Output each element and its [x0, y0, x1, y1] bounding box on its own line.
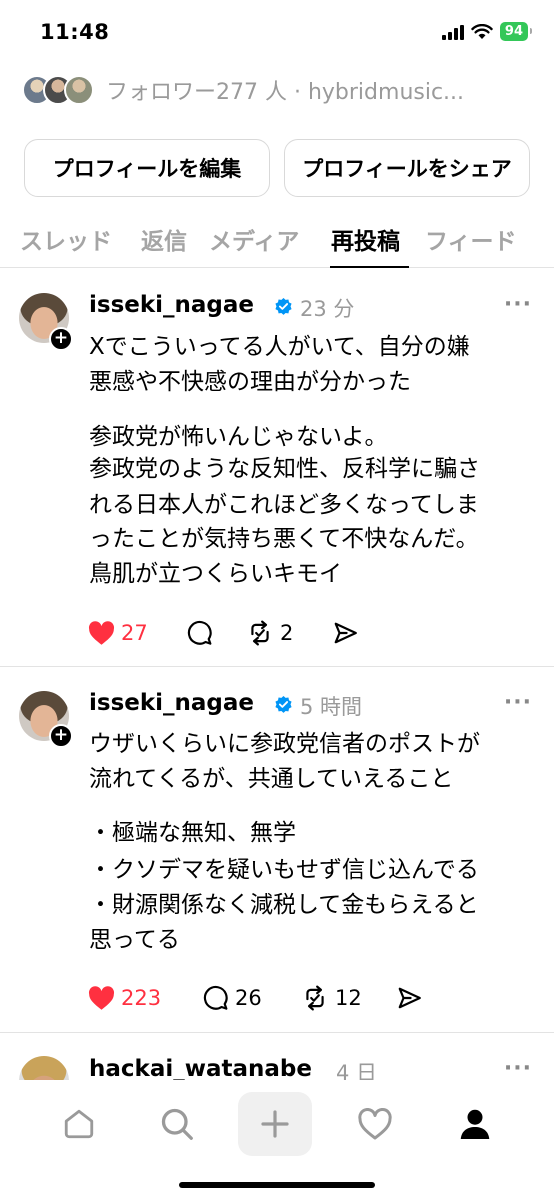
like-button[interactable]: 27 — [88, 618, 148, 648]
profile-icon — [460, 1109, 490, 1139]
post-username[interactable]: isseki_nagae — [89, 690, 254, 716]
reply-button[interactable]: 26 — [202, 983, 262, 1013]
nav-home[interactable] — [42, 1092, 116, 1156]
like-count: 223 — [121, 986, 162, 1010]
post-text-line: 流れてくるが、共通していえること — [89, 766, 454, 792]
status-time: 11:48 — [40, 20, 110, 44]
post-text-line: ・クソデマを疑いもせず信じ込んでる — [89, 857, 479, 883]
post-text-line: 悪感や不快感の理由が分かった — [89, 369, 411, 395]
post-text-line: Xでこういってる人がいて、自分の嫌 — [89, 334, 470, 360]
post[interactable]: hackai_watanabe 4 日 ··· — [0, 1032, 554, 1080]
more-options-icon[interactable]: ··· — [504, 690, 532, 715]
repost-icon — [306, 985, 324, 1011]
verified-badge-icon — [275, 297, 292, 315]
tab-threads[interactable]: スレッド — [20, 222, 112, 256]
post-text-line: 思ってる — [89, 927, 180, 953]
create-icon — [261, 1110, 289, 1138]
repost-icon — [251, 620, 269, 646]
post-text-line: ・極端な無知、無学 — [89, 820, 296, 846]
reply-count: 26 — [235, 986, 262, 1010]
activity-icon — [358, 1107, 392, 1139]
tab-media[interactable]: メディア — [209, 222, 299, 256]
follower-avatars — [22, 75, 94, 105]
bottom-nav — [0, 1080, 554, 1200]
post-timestamp: 5 時間 — [300, 695, 363, 719]
more-options-icon[interactable]: ··· — [504, 292, 532, 317]
wifi-icon — [471, 23, 493, 39]
repost-button[interactable]: 2 — [246, 618, 293, 648]
profile-tabs: スレッド 返信 メディア 再投稿 フィード — [0, 222, 554, 268]
post-text-line: ったことが気持ち悪くて不快なんだ。 — [89, 526, 479, 552]
status-icons: 94 — [441, 22, 533, 41]
comment-icon — [187, 620, 212, 645]
like-count: 27 — [121, 621, 148, 645]
share-profile-button[interactable]: プロフィールをシェア — [284, 139, 530, 197]
post-timestamp: 23 分 — [300, 297, 355, 321]
follow-plus-icon[interactable]: + — [49, 724, 73, 748]
status-bar: 11:48 94 — [0, 0, 554, 66]
nav-profile[interactable] — [438, 1092, 512, 1156]
tab-reposts[interactable]: 再投稿 — [331, 222, 400, 256]
heart-icon — [88, 620, 115, 645]
tab-replies[interactable]: 返信 — [141, 222, 187, 256]
nav-search[interactable] — [140, 1092, 214, 1156]
active-tab-indicator — [330, 266, 409, 268]
edit-profile-button[interactable]: プロフィールを編集 — [24, 139, 270, 197]
signal-icon — [441, 24, 464, 40]
followers-row[interactable]: フォロワー277 人 · hybridmusic... — [22, 70, 534, 110]
tab-feeds[interactable]: フィード — [425, 222, 517, 256]
follower-avatar — [64, 75, 94, 105]
post-username[interactable]: isseki_nagae — [89, 292, 254, 318]
post-username[interactable]: hackai_watanabe — [89, 1056, 312, 1080]
heart-icon — [88, 985, 115, 1010]
verified-badge-icon — [275, 695, 292, 713]
like-button[interactable]: 223 — [88, 983, 161, 1013]
share-button[interactable] — [396, 983, 423, 1013]
more-options-icon[interactable]: ··· — [504, 1056, 532, 1080]
reply-button[interactable] — [186, 618, 219, 648]
repost-count: 12 — [335, 986, 362, 1010]
followers-text: フォロワー277 人 · hybridmusic... — [106, 80, 465, 105]
post-text-line: ウザいくらいに参政党信者のポストが — [89, 731, 480, 757]
post-text-line: ・財源関係なく減税して金もらえると — [89, 892, 479, 918]
profile-actions: プロフィールを編集 プロフィールをシェア — [24, 139, 530, 197]
search-icon — [161, 1108, 193, 1140]
share-icon — [398, 987, 421, 1009]
post-text-line: れる日本人がこれほど多くなってしま — [89, 492, 479, 518]
battery-indicator: 94 — [499, 22, 533, 41]
repost-count: 2 — [280, 621, 294, 645]
home-icon — [64, 1109, 94, 1139]
home-indicator — [179, 1182, 375, 1188]
follow-plus-icon[interactable]: + — [49, 327, 73, 351]
post-divider — [0, 666, 554, 667]
post-text-line: 鳥肌が立つくらいキモイ — [89, 561, 342, 587]
repost-button[interactable]: 12 — [301, 983, 362, 1013]
nav-activity[interactable] — [338, 1092, 412, 1156]
comment-icon — [203, 985, 228, 1010]
share-button[interactable] — [332, 618, 359, 648]
share-icon — [334, 622, 357, 644]
avatar[interactable] — [19, 1056, 69, 1080]
nav-create[interactable] — [238, 1092, 312, 1156]
post-timestamp: 4 日 — [336, 1061, 378, 1080]
post-text-line: 参政党のような反知性、反科学に騙さ — [89, 456, 480, 482]
post-text-line: 参政党が怖いんじゃないよ。 — [89, 424, 388, 450]
